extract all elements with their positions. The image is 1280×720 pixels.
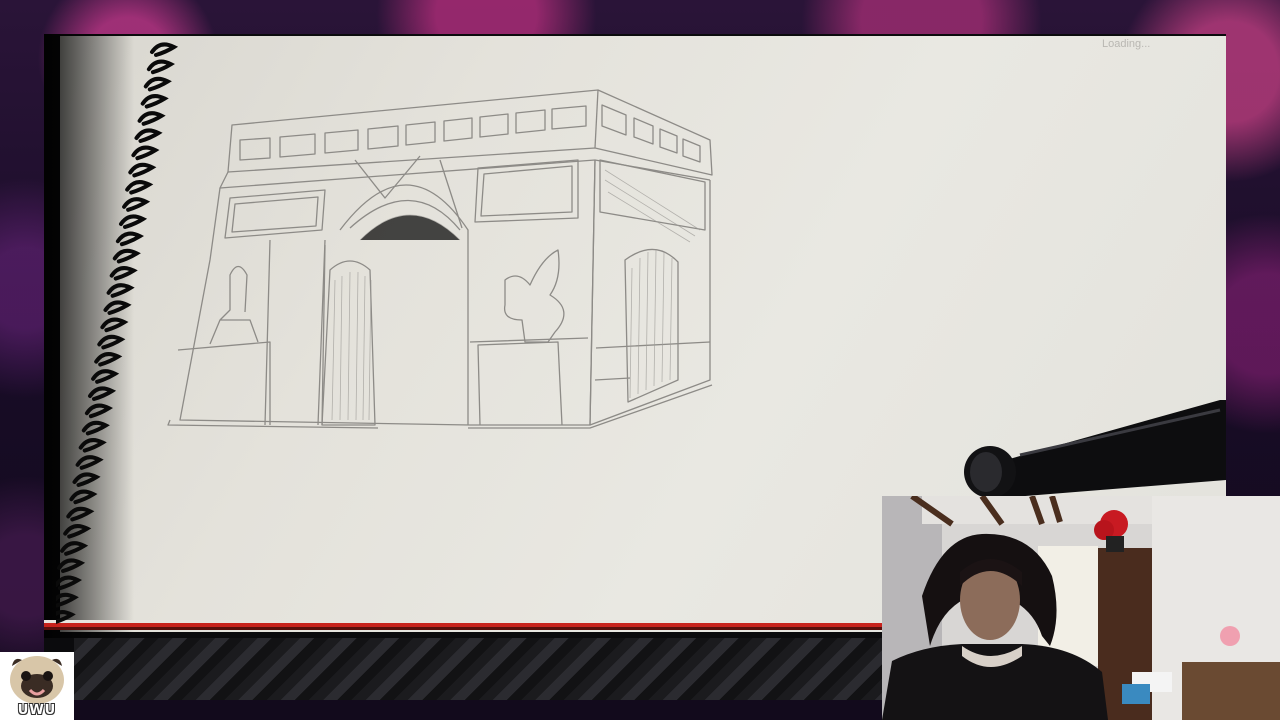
spiral-coil — [56, 610, 76, 624]
spiral-coil — [97, 334, 126, 350]
spiral-coil — [150, 42, 179, 57]
spiral-coil — [122, 197, 151, 212]
webcam-feed — [882, 496, 1280, 720]
spiral-coil — [128, 162, 157, 178]
spiral-coil — [106, 283, 135, 298]
webcam-scene — [882, 496, 1280, 720]
spiral-coil — [75, 455, 104, 470]
microphone-icon — [964, 400, 1226, 498]
spiral-coil — [115, 231, 144, 247]
spiral-coil — [91, 369, 120, 384]
spiral-coil — [119, 214, 148, 229]
spiral-coil — [100, 317, 129, 333]
spiral-coil — [69, 489, 98, 505]
spiral-coil — [94, 352, 123, 367]
spiral-coil — [125, 180, 154, 195]
spiral-coil — [112, 248, 141, 264]
spiral-coil — [103, 300, 132, 315]
spiral-coil — [72, 472, 101, 487]
avatar: UWU — [0, 652, 74, 720]
spiral-coil — [63, 524, 92, 539]
spiral-coil — [56, 575, 82, 591]
spiral-coil — [84, 403, 113, 419]
carbon-fiber-strip — [74, 638, 882, 700]
pencil-sketch-arch — [167, 89, 713, 429]
spiral-coil — [78, 438, 107, 453]
spiral-coil — [66, 506, 95, 522]
avatar-label: UWU — [17, 703, 57, 718]
spiral-coil — [81, 420, 110, 436]
spiral-coil — [146, 59, 175, 75]
loading-indicator: Loading... — [1102, 38, 1151, 50]
stream-overlay: Loading... UWU — [0, 0, 1280, 720]
spiral-coil — [109, 266, 138, 281]
spiral-coil — [60, 541, 89, 556]
spiral-coil — [56, 592, 79, 608]
spiral-coil — [57, 558, 86, 573]
spiral-coil — [88, 386, 117, 401]
